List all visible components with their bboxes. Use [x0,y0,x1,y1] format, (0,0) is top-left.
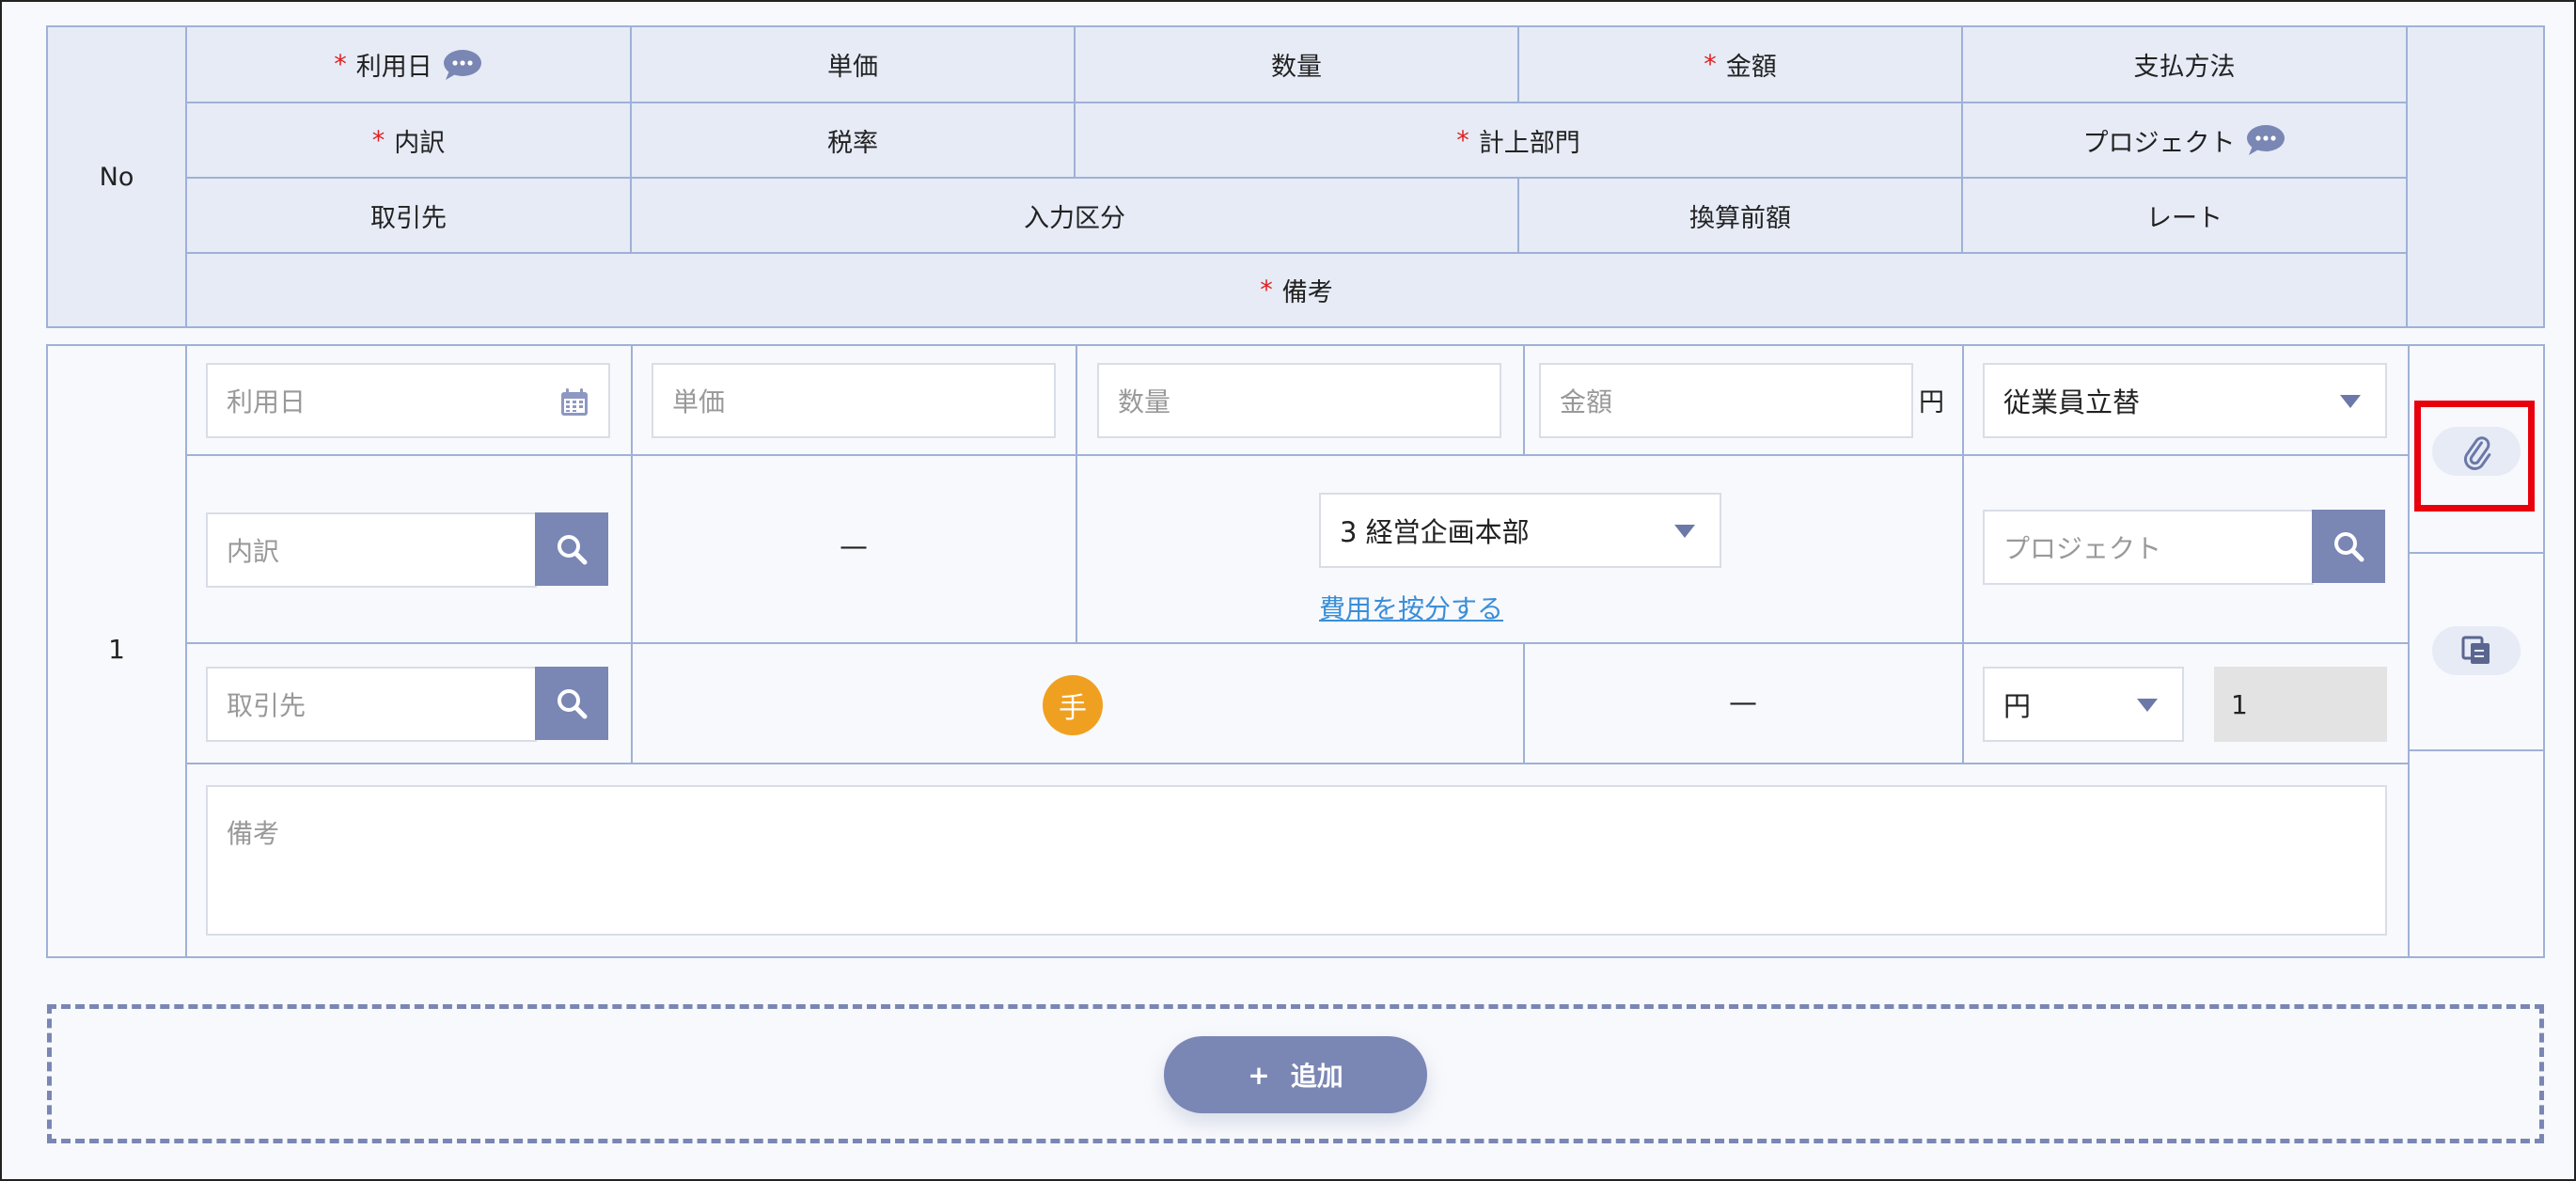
vendor-placeholder: 取引先 [227,690,306,721]
tax-rate-value: — [840,530,868,563]
header-remarks-label: 備考 [1281,278,1333,307]
manual-input-badge: 手 [1043,675,1103,735]
project-search-button[interactable] [2312,510,2385,583]
header-vendor: 取引先 [187,179,632,254]
header-no-label: No [99,162,134,192]
required-mark: * [1704,50,1717,79]
breakdown-input[interactable]: 内訳 [206,512,537,588]
copy-icon [2461,636,2490,664]
header-payment-method: 支払方法 [1963,27,2408,103]
header-quantity-label: 数量 [1271,53,1322,82]
amount-placeholder: 金額 [1560,386,1613,417]
header-rate-label: レート [2146,203,2223,233]
header-input-type-label: 入力区分 [1024,203,1125,233]
header-pre-conversion-label: 換算前額 [1689,203,1791,233]
header-unit-price-label: 単価 [827,53,878,82]
header-rate: レート [1963,179,2408,254]
row-number: 1 [108,634,125,665]
unit-price-input[interactable]: 単価 [652,363,1056,438]
header-date-label: 利用日 [355,53,432,82]
comment-bubble-icon[interactable] [442,48,483,82]
department-select[interactable]: 3 経営企画本部 [1319,493,1721,568]
header-payment-method-label: 支払方法 [2133,53,2236,82]
date-input[interactable]: 利用日 [206,363,610,438]
header-vendor-label: 取引先 [370,203,447,233]
vendor-search-button[interactable] [535,667,608,740]
rate-value: 1 [2231,688,2248,720]
calendar-icon[interactable] [559,387,589,424]
header-pre-conversion: 換算前額 [1519,179,1963,254]
chevron-down-icon [2137,699,2158,712]
plus-icon: + [1248,1059,1270,1091]
required-mark: * [334,50,347,79]
add-row-label: 追加 [1290,1061,1343,1092]
breakdown-search-button[interactable] [535,512,608,586]
chevron-down-icon [1674,525,1695,538]
header-department-label: 計上部門 [1478,128,1580,158]
required-mark: * [1456,125,1469,155]
search-icon [2334,532,2364,562]
search-icon [558,689,588,719]
vendor-input[interactable]: 取引先 [206,667,537,742]
search-icon [558,535,588,565]
date-placeholder: 利用日 [227,386,306,417]
header-remarks: * 備考 [187,254,2408,326]
payment-method-select[interactable]: 従業員立替 [1983,363,2387,438]
header-unit-price: 単価 [632,27,1076,103]
amount-input[interactable]: 金額 [1539,363,1913,438]
expense-detail-form: No * 利用日 単価 数量 * 金額 支払方法 * 内訳 税率 * 計上部門 … [0,0,2576,1181]
breakdown-placeholder: 内訳 [227,536,280,567]
header-project: プロジェクト [1963,103,2408,179]
currency-select[interactable]: 円 [1983,667,2184,742]
chevron-down-icon [2340,395,2361,408]
project-input[interactable]: プロジェクト [1983,510,2314,585]
highlight-box [2414,401,2535,512]
header-no: No [48,27,187,326]
pre-conversion-value: — [1729,686,1757,719]
payment-method-value: 従業員立替 [2003,386,2141,418]
header-breakdown: * 内訳 [187,103,632,179]
copy-row-button[interactable] [2432,626,2521,675]
unit-price-placeholder: 単価 [672,386,726,417]
header-tax-rate: 税率 [632,103,1076,179]
header-input-type: 入力区分 [632,179,1519,254]
header-amount-label: 金額 [1725,53,1777,82]
remarks-placeholder: 備考 [227,818,280,849]
header-amount: * 金額 [1519,27,1963,103]
required-mark: * [371,125,385,155]
department-value: 3 経営企画本部 [1340,516,1530,548]
header-project-label: プロジェクト [2082,128,2236,158]
header-quantity: 数量 [1076,27,1519,103]
header-tax-rate-label: 税率 [827,128,878,158]
table-row: 1 利用日 単価 数量 金額 円 従業員立替 内訳 — 3 経営企画本部 費用を… [46,344,2545,958]
table-header: No * 利用日 単価 数量 * 金額 支払方法 * 内訳 税率 * 計上部門 … [46,25,2545,328]
comment-bubble-icon[interactable] [2245,123,2286,157]
remarks-textarea[interactable]: 備考 [206,785,2387,936]
header-breakdown-label: 内訳 [394,128,446,158]
rate-field: 1 [2214,667,2387,742]
quantity-input[interactable]: 数量 [1097,363,1501,438]
allocate-cost-link[interactable]: 費用を按分する [1319,589,1503,626]
header-department: * 計上部門 [1076,103,1963,179]
project-placeholder: プロジェクト [2003,533,2162,564]
quantity-placeholder: 数量 [1118,386,1171,417]
add-row-button[interactable]: + 追加 [1164,1036,1427,1113]
header-date: * 利用日 [187,27,632,103]
required-mark: * [1260,276,1273,305]
amount-unit: 円 [1919,388,1944,417]
currency-value: 円 [2003,690,2032,722]
